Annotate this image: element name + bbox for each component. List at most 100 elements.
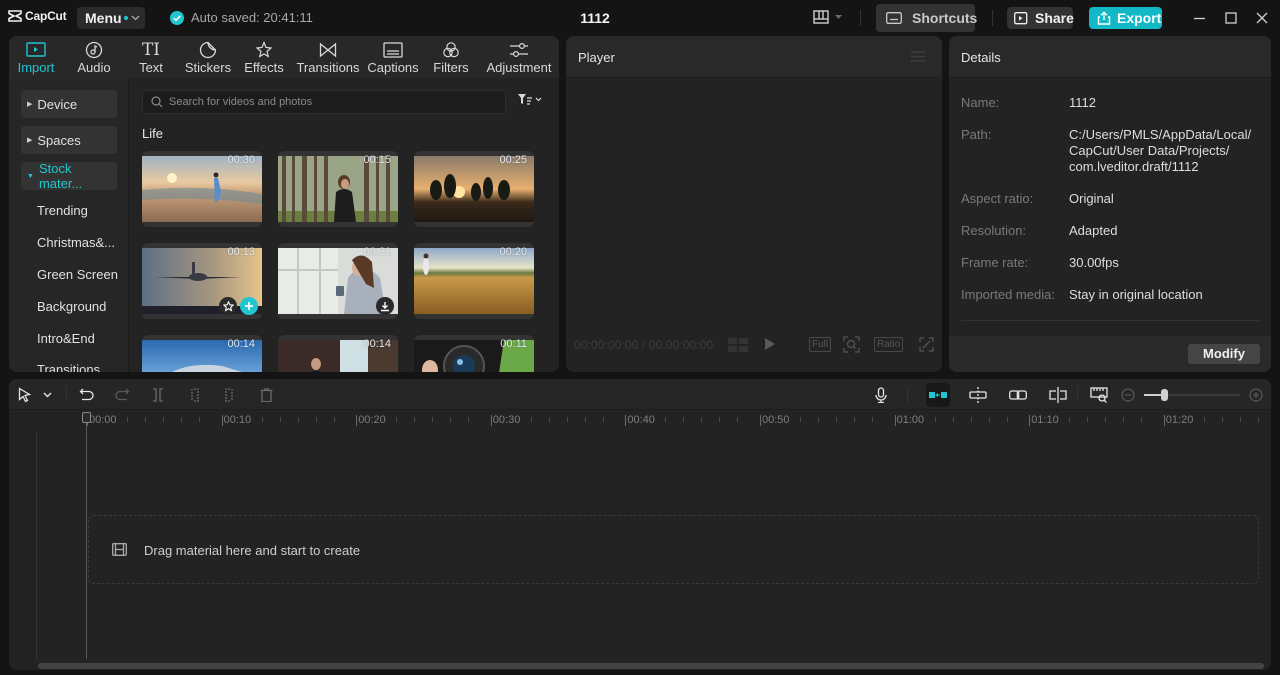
- sidebar-group-spaces[interactable]: ▶ Spaces: [21, 126, 117, 154]
- select-tool-dropdown[interactable]: [38, 386, 56, 404]
- download-button[interactable]: [376, 297, 394, 315]
- media-card[interactable]: 00:20: [414, 243, 534, 319]
- tab-import[interactable]: Import: [15, 39, 57, 75]
- export-button[interactable]: Export: [1089, 7, 1162, 29]
- main-track-drop-zone[interactable]: Drag material here and start to create: [88, 515, 1259, 584]
- duration-label: 00:30: [227, 154, 255, 166]
- delete-left-button[interactable]: [185, 386, 203, 404]
- timeline-zoom-slider[interactable]: [1144, 389, 1240, 401]
- preview-canvas[interactable]: [566, 79, 942, 334]
- close-button[interactable]: [1254, 10, 1270, 26]
- sidebar-item-transitions[interactable]: Transitions: [37, 362, 100, 372]
- tab-text[interactable]: TI Text: [131, 39, 171, 76]
- sidebar-item-intro-end[interactable]: Intro&End: [37, 331, 95, 346]
- modify-button[interactable]: Modify: [1188, 344, 1260, 364]
- layout-button[interactable]: [813, 10, 842, 24]
- linkage-button[interactable]: [1009, 386, 1027, 404]
- caret-down-icon: ▼: [27, 172, 34, 180]
- zoom-slider-fill: [1144, 394, 1161, 396]
- export-label: Export: [1117, 10, 1162, 26]
- ruler-minor-tick: [818, 417, 819, 422]
- filter-button[interactable]: [518, 94, 542, 105]
- ruler-minor-tick: [145, 417, 146, 422]
- zoom-slider-handle[interactable]: [1160, 389, 1168, 401]
- tab-transitions[interactable]: Transitions: [295, 39, 361, 75]
- record-audio-button[interactable]: [872, 386, 890, 404]
- zoom-in-button[interactable]: [1247, 386, 1265, 404]
- grid-view-button[interactable]: [728, 338, 748, 352]
- main-track-magnet-toggle[interactable]: [926, 383, 950, 407]
- caret-right-icon: ▶: [27, 101, 33, 108]
- ruler-minor-tick: [315, 417, 317, 422]
- search-box[interactable]: [142, 90, 506, 114]
- preview-axis-button[interactable]: [1049, 386, 1067, 404]
- auto-snap-button[interactable]: [969, 386, 987, 404]
- media-card[interactable]: 00:21: [278, 243, 398, 319]
- duration-label: 00:15: [363, 154, 391, 166]
- maximize-button[interactable]: [1223, 10, 1239, 26]
- tab-effects[interactable]: Effects: [242, 39, 286, 75]
- media-card[interactable]: 00:25: [414, 151, 534, 227]
- delete-button[interactable]: [257, 386, 275, 404]
- playhead-handle[interactable]: [82, 412, 91, 423]
- tab-captions[interactable]: Captions: [366, 39, 420, 75]
- fullscreen-button[interactable]: [919, 337, 934, 352]
- media-card[interactable]: 00:15: [278, 151, 398, 227]
- delete-right-button[interactable]: [221, 386, 239, 404]
- detail-value: Adapted: [1069, 223, 1118, 238]
- playhead-line: [86, 415, 87, 659]
- minimize-button[interactable]: [1192, 10, 1208, 26]
- ruler-minor-tick: [468, 417, 470, 422]
- ruler-label: 01:10: [1031, 414, 1059, 426]
- sidebar-item-green-screen[interactable]: Green Screen: [37, 267, 118, 282]
- zoom-view-button[interactable]: [843, 336, 860, 353]
- play-button[interactable]: [764, 337, 776, 351]
- tab-stickers[interactable]: Stickers: [184, 39, 232, 75]
- split-button[interactable]: [149, 386, 167, 404]
- ruler-minor-tick: [683, 417, 685, 422]
- sidebar-item-christmas[interactable]: Christmas&...: [37, 235, 115, 250]
- ruler-minor-tick: [719, 417, 721, 422]
- minimize-icon: [1194, 17, 1205, 20]
- add-to-timeline-button[interactable]: [240, 297, 258, 315]
- timeline-ruler[interactable]: 00:00 00:10 00:20 00:30 00:40 00:50 01:00 01:10…: [9, 410, 1271, 432]
- tab-label: Effects: [244, 60, 284, 75]
- favorite-button[interactable]: [219, 297, 237, 315]
- ruler-minor-tick: [181, 417, 182, 422]
- media-card[interactable]: 00:30: [142, 151, 262, 227]
- text-icon: TI: [141, 39, 161, 60]
- ruler-label: 00:00: [89, 414, 117, 426]
- sidebar-group-stock-material[interactable]: ▼ Stock mater...: [21, 161, 117, 191]
- media-card[interactable]: 00:13: [142, 243, 262, 319]
- shortcuts-button[interactable]: Shortcuts: [876, 4, 977, 32]
- media-card[interactable]: 00:11: [414, 335, 534, 372]
- timeline-ruler-button[interactable]: [1090, 386, 1108, 404]
- tab-adjustment[interactable]: Adjustment: [483, 39, 555, 75]
- zoom-out-button[interactable]: [1119, 386, 1137, 404]
- share-button[interactable]: Share: [1007, 7, 1074, 29]
- player-menu-button[interactable]: [911, 51, 925, 62]
- tab-filters[interactable]: Filters: [431, 39, 471, 75]
- horizontal-scrollbar[interactable]: [38, 663, 1264, 669]
- redo-button[interactable]: [113, 386, 131, 404]
- sidebar-group-device[interactable]: ▶ Device: [21, 90, 117, 118]
- media-content: Life 00:30: [130, 78, 559, 372]
- ruler-minor-tick: [952, 417, 954, 422]
- ratio-button[interactable]: Ratio: [874, 337, 904, 352]
- tab-label: Import: [17, 60, 55, 75]
- sidebar-item-background[interactable]: Background: [37, 299, 106, 314]
- select-tool-button[interactable]: [16, 386, 34, 404]
- media-card[interactable]: 00:14: [278, 335, 398, 372]
- layout-icon: [813, 10, 829, 24]
- ruler-minor-tick: [836, 417, 837, 422]
- ruler-label: 00:30: [492, 414, 521, 426]
- media-card[interactable]: 00:14: [142, 335, 262, 372]
- full-quality-button[interactable]: Full: [809, 337, 832, 352]
- tab-audio[interactable]: Audio: [73, 39, 115, 75]
- sidebar-item-trending[interactable]: Trending: [37, 203, 88, 218]
- player-panel: Player 00:00:00:00 / 00:00:00:00 Full Ra…: [566, 36, 942, 372]
- search-input[interactable]: [169, 96, 489, 108]
- duration-label: 00:14: [227, 338, 255, 350]
- undo-button[interactable]: [77, 386, 95, 404]
- duration-label: 00:11: [500, 338, 527, 350]
